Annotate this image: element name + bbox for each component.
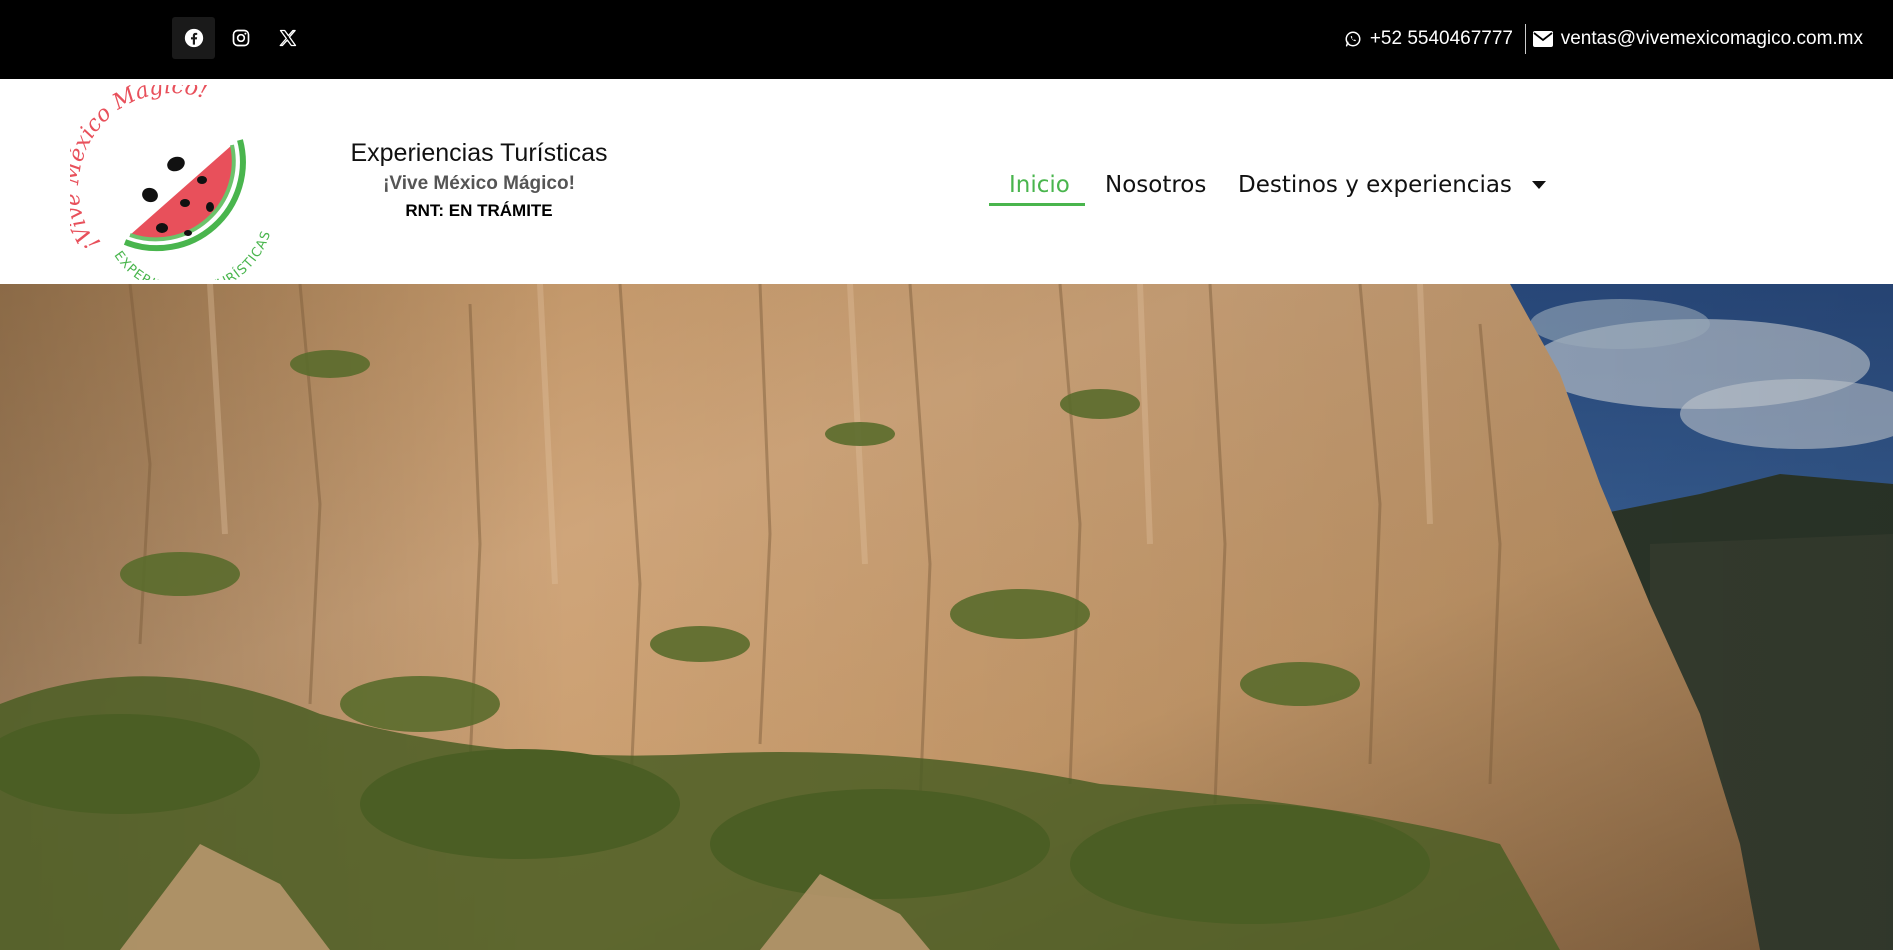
x-link[interactable] [266,17,309,59]
instagram-link[interactable] [219,17,262,59]
instagram-icon [232,29,249,47]
site-logo[interactable]: ¡Vive México Mágico! EXPERIENCIAS TURÍST… [59,74,273,299]
site-header [0,79,1893,284]
chevron-down-icon [1531,181,1546,189]
watermelon-logo-icon: ¡Vive México Mágico! EXPERIENCIAS TURÍST… [59,74,273,299]
top-bar: +52 5540467777 ventas@vivemexicomagico.c… [0,0,1893,79]
hero-banner [0,284,1893,950]
nav-item-destinos-label: Destinos y experiencias [1238,172,1512,198]
phone-contact[interactable]: +52 5540467777 [1344,24,1513,54]
brand-title: Experiencias Turísticas [350,139,608,167]
brand-rnt: RNT: EN TRÁMITE [405,201,553,220]
whatsapp-icon [1344,30,1362,48]
nav-item-destinos[interactable]: Destinos y experiencias [1238,163,1546,207]
facebook-icon [184,28,203,48]
nav-item-inicio[interactable]: Inicio [1009,163,1070,207]
envelope-icon [1532,31,1553,47]
canyon-cliff-photo [0,284,1893,950]
phone-number: +52 5540467777 [1369,28,1513,49]
email-address: ventas@vivemexicomagico.com.mx [1560,28,1863,49]
email-contact[interactable]: ventas@vivemexicomagico.com.mx [1532,24,1863,54]
brand-subtitle: ¡Vive México Mágico! [383,173,575,194]
contact-divider [1525,24,1526,54]
active-nav-underline [989,203,1085,206]
nav-item-nosotros[interactable]: Nosotros [1105,163,1206,207]
x-icon [279,29,296,47]
facebook-link[interactable] [172,17,215,59]
